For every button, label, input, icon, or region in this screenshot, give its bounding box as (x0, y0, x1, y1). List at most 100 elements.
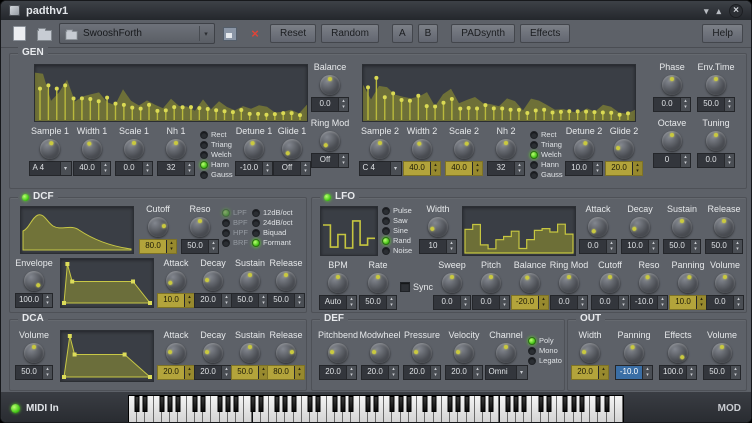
spin-down-icon[interactable]: ▾ (431, 168, 440, 174)
tuning-knob[interactable] (706, 131, 726, 151)
radio-lpf[interactable]: LPF (222, 208, 248, 217)
phase-value[interactable]: 0.0▴▾ (653, 97, 691, 112)
channel-select[interactable]: Omni▾ (485, 365, 528, 380)
maximize-button[interactable]: ▴ (716, 5, 721, 17)
decay-value[interactable]: 20.0▴▾ (194, 365, 232, 380)
piano-black-key[interactable] (168, 396, 173, 412)
spin-down-icon[interactable]: ▾ (633, 168, 642, 174)
sync-checkbox[interactable] (400, 282, 410, 292)
piano-black-key[interactable] (596, 396, 601, 412)
mod-label[interactable]: MOD (718, 403, 741, 414)
radio-formant[interactable]: Formant (252, 238, 293, 247)
radio-welch[interactable]: Welch (200, 150, 233, 159)
spin-down-icon[interactable]: ▾ (725, 160, 734, 166)
spin-down-icon[interactable]: ▾ (167, 246, 176, 252)
radio-mono[interactable]: Mono (528, 346, 562, 355)
balance-value[interactable]: -20.0▴▾ (511, 295, 549, 310)
width-2-value[interactable]: 40.0▴▾ (403, 161, 441, 176)
octave-value[interactable]: 0▴▾ (653, 153, 691, 168)
spin-down-icon[interactable]: ▾ (691, 246, 700, 252)
sustain-value[interactable]: 50.0▴▾ (663, 239, 701, 254)
effects-knob[interactable] (668, 343, 688, 363)
spin-down-icon[interactable]: ▾ (539, 302, 548, 308)
attack-knob[interactable] (166, 271, 186, 291)
lfo-shape-display[interactable] (320, 206, 378, 256)
decay-knob[interactable] (203, 271, 223, 291)
piano-black-key[interactable] (283, 396, 288, 412)
spin-down-icon[interactable]: ▾ (263, 168, 272, 174)
harmonics2-display[interactable] (362, 64, 636, 122)
sample-1-knob[interactable] (40, 139, 60, 159)
spin-down-icon[interactable]: ▾ (101, 168, 110, 174)
spin-down-icon[interactable]: ▾ (607, 246, 616, 252)
dca-envelope-display[interactable] (60, 330, 154, 382)
sustain-knob[interactable] (672, 217, 692, 237)
decay-value[interactable]: 20.0▴▾ (194, 293, 232, 308)
release-knob[interactable] (276, 343, 296, 363)
spin-down-icon[interactable]: ▾ (347, 302, 356, 308)
balance-knob[interactable] (520, 273, 540, 293)
radio-triang[interactable]: Triang (530, 140, 563, 149)
glide-2-knob[interactable] (614, 139, 634, 159)
piano-black-key[interactable] (225, 396, 230, 412)
minimize-button[interactable]: ▾ (704, 5, 709, 17)
balance-knob[interactable] (320, 75, 340, 95)
sweep-value[interactable]: 0.0▴▾ (433, 295, 471, 310)
sweep-knob[interactable] (442, 273, 462, 293)
preset-combobox[interactable]: SwooshForth ▾ (59, 23, 215, 44)
new-preset-button[interactable] (9, 24, 29, 44)
piano-black-key[interactable] (481, 396, 486, 412)
spin-down-icon[interactable]: ▾ (143, 168, 152, 174)
volume-knob[interactable] (24, 343, 44, 363)
filter-response-display[interactable] (20, 206, 134, 254)
cutoff-knob[interactable] (148, 217, 168, 237)
nh-1-value[interactable]: 32▴▾ (157, 161, 195, 176)
piano-black-key[interactable] (538, 396, 543, 412)
width-1-value[interactable]: 40.0▴▾ (73, 161, 111, 176)
piano-black-key[interactable] (143, 396, 148, 412)
release-value[interactable]: 50.0▴▾ (705, 239, 743, 254)
titlebar[interactable]: padthv1 ▾ ▴ × (1, 1, 751, 20)
radio-triang[interactable]: Triang (200, 140, 233, 149)
radio-welch[interactable]: Welch (530, 150, 563, 159)
piano-white-key[interactable] (615, 396, 623, 422)
spin-down-icon[interactable]: ▾ (734, 302, 743, 308)
spin-down-icon[interactable]: ▾ (515, 168, 524, 174)
spin-down-icon[interactable]: ▾ (209, 246, 218, 252)
radio-hann[interactable]: Hann (200, 160, 233, 169)
release-value[interactable]: 80.0▴▾ (267, 365, 305, 380)
spin-down-icon[interactable]: ▾ (295, 372, 304, 378)
reso-value[interactable]: -10.0▴▾ (630, 295, 668, 310)
radio-bpf[interactable]: BPF (222, 218, 248, 227)
spin-down-icon[interactable]: ▾ (733, 246, 742, 252)
radio-gauss[interactable]: Gauss (530, 170, 563, 179)
release-knob[interactable] (276, 271, 296, 291)
piano-black-key[interactable] (374, 396, 379, 412)
piano-black-key[interactable] (332, 396, 337, 412)
sample-1-select[interactable]: A 4▾ (29, 161, 72, 176)
spin-down-icon[interactable]: ▾ (339, 160, 348, 166)
octave-knob[interactable] (662, 131, 682, 151)
spin-down-icon[interactable]: ▾ (687, 372, 696, 378)
volume-value[interactable]: 50.0▴▾ (703, 365, 741, 380)
sample-2-select[interactable]: C 4▾ (359, 161, 402, 176)
piano-black-key[interactable] (341, 396, 346, 412)
width-knob[interactable] (428, 217, 448, 237)
radio-hann[interactable]: Hann (530, 160, 563, 169)
modwheel-value[interactable]: 20.0▴▾ (361, 365, 399, 380)
radio-rect[interactable]: Rect (530, 130, 563, 139)
piano-black-key[interactable] (448, 396, 453, 412)
sustain-value[interactable]: 50.0▴▾ (231, 365, 269, 380)
spin-down-icon[interactable]: ▾ (649, 246, 658, 252)
spin-down-icon[interactable]: ▾ (725, 104, 734, 110)
spin-down-icon[interactable]: ▾ (43, 300, 52, 306)
envelope-knob[interactable] (24, 271, 44, 291)
piano-black-key[interactable] (192, 396, 197, 412)
width-1-knob[interactable] (82, 139, 102, 159)
piano-black-key[interactable] (571, 396, 576, 412)
detune-2-value[interactable]: 10.0▴▾ (565, 161, 603, 176)
effects-value[interactable]: 100.0▴▾ (659, 365, 697, 380)
spin-down-icon[interactable]: ▾ (681, 104, 690, 110)
tuning-value[interactable]: 0.0▴▾ (697, 153, 735, 168)
chevron-down-icon[interactable]: ▾ (390, 162, 401, 175)
